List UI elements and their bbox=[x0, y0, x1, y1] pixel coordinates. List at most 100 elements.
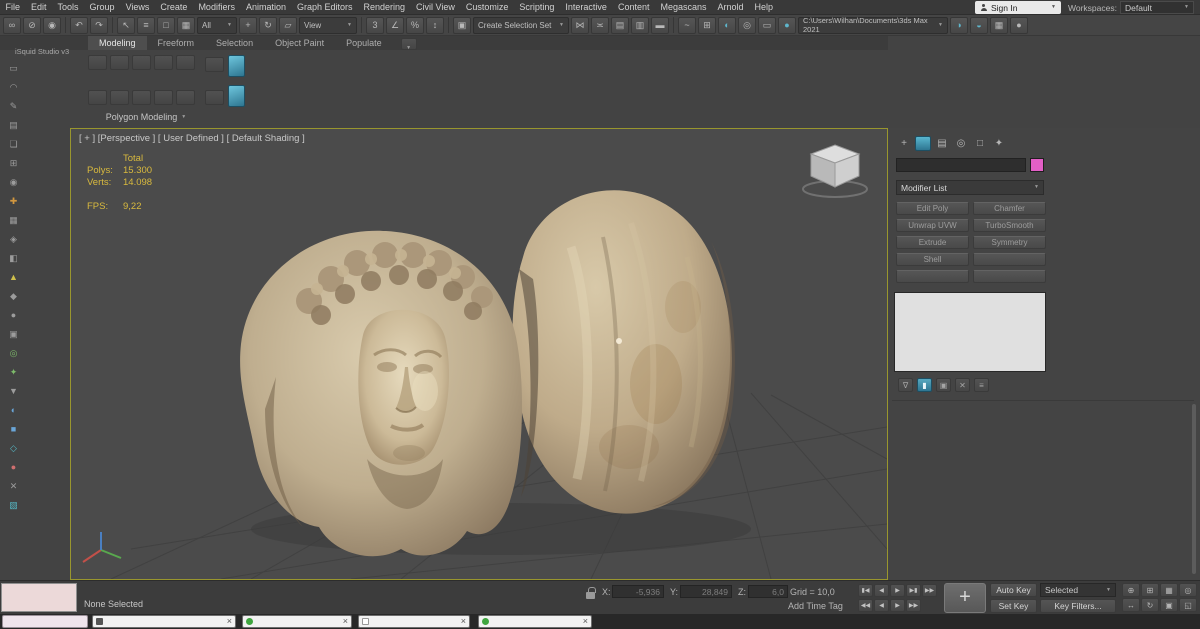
tab-object-paint[interactable]: Object Paint bbox=[264, 36, 335, 50]
viewport-label[interactable]: [ + ] [Perspective ] [ User Defined ] [ … bbox=[79, 133, 305, 144]
taskbar-window-thumbnail[interactable] bbox=[2, 615, 88, 628]
menu-file[interactable]: File bbox=[0, 0, 26, 15]
key-step-forward-button[interactable]: ▶▶ bbox=[906, 599, 921, 612]
coord-y-field[interactable]: 28,849 bbox=[680, 585, 732, 598]
menu-megascans[interactable]: Megascans bbox=[655, 0, 712, 15]
select-by-name-icon[interactable]: ≡ bbox=[137, 17, 155, 34]
angle-snap-icon[interactable]: ∠ bbox=[386, 17, 404, 34]
auto-key-button[interactable]: Auto Key bbox=[990, 583, 1037, 597]
ribbon-tool-icon[interactable] bbox=[132, 55, 151, 70]
tab-selection[interactable]: Selection bbox=[205, 36, 264, 50]
create-selection-set-combobox[interactable]: Create Selection Set bbox=[473, 17, 569, 34]
zoom-region-icon[interactable]: ◎ bbox=[1179, 583, 1197, 597]
menu-rendering[interactable]: Rendering bbox=[358, 0, 411, 15]
menu-group[interactable]: Group bbox=[84, 0, 120, 15]
close-icon[interactable]: × bbox=[343, 617, 348, 626]
key-selection-dropdown[interactable]: Selected bbox=[1040, 583, 1116, 597]
menu-views[interactable]: Views bbox=[120, 0, 155, 15]
key-step-back-button[interactable]: ◀◀ bbox=[858, 599, 873, 612]
hierarchy-tab-icon[interactable]: ▤ bbox=[934, 136, 950, 151]
ribbon-tool-icon[interactable] bbox=[176, 90, 195, 105]
bind-to-space-warp-icon[interactable]: ◉ bbox=[43, 17, 61, 34]
ribbon-tool-icon[interactable] bbox=[205, 90, 224, 105]
reference-coordinate-dropdown[interactable]: View bbox=[299, 17, 357, 34]
plugin-tool-icon[interactable]: ◉ bbox=[5, 174, 22, 190]
ribbon-tool-icon[interactable] bbox=[176, 55, 195, 70]
ribbon-tool-icon[interactable] bbox=[154, 55, 173, 70]
utilities-tab-icon[interactable]: ✦ bbox=[991, 136, 1007, 151]
plugin-tool-icon[interactable]: ▧ bbox=[5, 497, 22, 513]
selection-filter-dropdown[interactable]: All bbox=[197, 17, 237, 34]
plugin-tool-icon[interactable]: ✚ bbox=[5, 193, 22, 209]
create-tab-icon[interactable]: + bbox=[896, 136, 912, 151]
render-setup-icon[interactable]: ◎ bbox=[738, 17, 756, 34]
plugin-tool-icon[interactable]: ◇ bbox=[5, 440, 22, 456]
set-keys-button[interactable]: + bbox=[944, 583, 986, 613]
rendered-frame-window-icon[interactable]: ▭ bbox=[758, 17, 776, 34]
menu-content[interactable]: Content bbox=[612, 0, 655, 15]
taskbar-window-thumbnail[interactable]: × bbox=[242, 615, 352, 628]
make-unique-icon[interactable]: ▣ bbox=[936, 378, 951, 392]
menu-scripting[interactable]: Scripting bbox=[514, 0, 560, 15]
go-to-end-button[interactable]: ▶▶ bbox=[922, 584, 937, 597]
ribbon-tool-icon[interactable] bbox=[88, 55, 107, 70]
maximize-viewport-icon[interactable]: ▣ bbox=[1160, 598, 1178, 612]
menu-animation[interactable]: Animation bbox=[240, 0, 291, 15]
remove-modifier-icon[interactable]: ✕ bbox=[955, 378, 970, 392]
add-time-tag[interactable]: Add Time Tag bbox=[788, 601, 843, 611]
next-frame-button[interactable]: ▶▮ bbox=[906, 584, 921, 597]
rectangular-selection-region-icon[interactable]: □ bbox=[157, 17, 175, 34]
close-icon[interactable]: × bbox=[227, 617, 232, 626]
menu-arnold[interactable]: Arnold bbox=[712, 0, 749, 15]
mirror-icon[interactable]: ⋈ bbox=[571, 17, 589, 34]
align-icon[interactable]: ≍ bbox=[591, 17, 609, 34]
menu-tools[interactable]: Tools bbox=[52, 0, 84, 15]
plugin-tool-icon[interactable]: ● bbox=[5, 459, 22, 475]
workspace-dropdown[interactable]: Default bbox=[1120, 1, 1194, 14]
tab-freeform[interactable]: Freeform bbox=[147, 36, 206, 50]
tab-populate[interactable]: Populate bbox=[335, 36, 393, 50]
plugin-tool-icon[interactable]: ◆ bbox=[5, 288, 22, 304]
render-production-icon[interactable]: ● bbox=[778, 17, 796, 34]
menu-edit[interactable]: Edit bbox=[26, 0, 53, 15]
modifier-list-dropdown[interactable]: Modifier List bbox=[896, 180, 1044, 195]
ribbon-panel-label[interactable]: Polygon Modeling bbox=[84, 112, 208, 122]
zoom-icon[interactable]: ⊕ bbox=[1122, 583, 1140, 597]
render-frame-icon[interactable]: ▦ bbox=[990, 17, 1008, 34]
plugin-tool-icon[interactable]: ❏ bbox=[5, 136, 22, 152]
menu-help[interactable]: Help bbox=[749, 0, 779, 15]
frame-forward-button[interactable]: ▶ bbox=[890, 599, 905, 612]
display-tab-icon[interactable]: □ bbox=[972, 136, 988, 151]
play-button[interactable]: ▶ bbox=[890, 584, 905, 597]
menu-customize[interactable]: Customize bbox=[460, 0, 514, 15]
close-icon[interactable]: × bbox=[461, 617, 466, 626]
viewport-layout-icon[interactable]: ◱ bbox=[1179, 598, 1197, 612]
plugin-tool-icon[interactable]: ▦ bbox=[5, 212, 22, 228]
plugin-tool-icon[interactable]: ▭ bbox=[5, 60, 22, 76]
ribbon-toggle-icon[interactable]: ▬ bbox=[651, 17, 669, 34]
plugin-tool-icon[interactable]: ▣ bbox=[5, 326, 22, 342]
percent-snap-icon[interactable]: % bbox=[406, 17, 424, 34]
close-icon[interactable]: × bbox=[583, 617, 588, 626]
show-end-result-icon[interactable]: ▮ bbox=[917, 378, 932, 392]
modifier-stack[interactable] bbox=[894, 292, 1046, 372]
taskbar-window-thumbnail[interactable]: × bbox=[358, 615, 470, 628]
pan-icon[interactable]: ↔ bbox=[1122, 598, 1140, 612]
panel-scrollbar[interactable] bbox=[1192, 404, 1196, 574]
previous-frame-button[interactable]: ◀ bbox=[874, 584, 889, 597]
modifier-button[interactable]: Extrude bbox=[896, 236, 969, 249]
plugin-tool-icon[interactable]: ◈ bbox=[5, 231, 22, 247]
unlink-selection-icon[interactable]: ⊘ bbox=[23, 17, 41, 34]
maxscript-mini-listener[interactable] bbox=[1, 583, 77, 612]
undo-icon[interactable]: ↶ bbox=[70, 17, 88, 34]
select-and-move-icon[interactable]: + bbox=[239, 17, 257, 34]
plugin-tool-icon[interactable]: ▼ bbox=[5, 383, 22, 399]
object-name-field[interactable] bbox=[896, 158, 1026, 172]
ribbon-tool-icon[interactable] bbox=[132, 90, 151, 105]
plugin-tool-icon[interactable]: ◎ bbox=[5, 345, 22, 361]
pin-stack-icon[interactable]: ∇ bbox=[898, 378, 913, 392]
modifier-button[interactable]: Shell bbox=[896, 253, 969, 266]
taskbar-window-thumbnail[interactable]: × bbox=[92, 615, 236, 628]
scene-explorer-icon[interactable]: ▤ bbox=[611, 17, 629, 34]
set-key-button[interactable]: Set Key bbox=[990, 599, 1037, 613]
